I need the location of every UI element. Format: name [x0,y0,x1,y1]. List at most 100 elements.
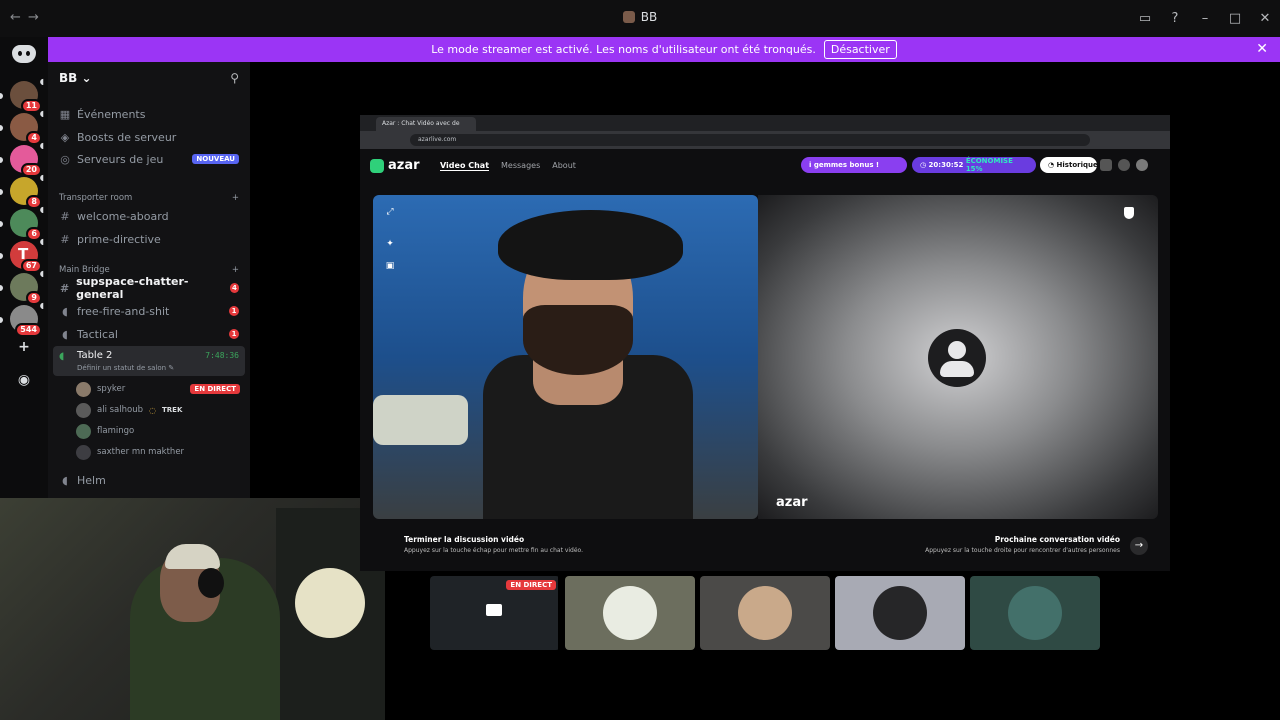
discord-home-icon[interactable] [12,45,36,63]
voice-user[interactable]: ali salhoub ◌ TREK [76,401,240,419]
inbox-icon[interactable]: ▭ [1130,0,1160,37]
end-chat-hint[interactable]: Terminer la discussion vidéo Appuyez sur… [404,535,583,554]
participant-tiles: EN DIRECT [430,576,1102,650]
end-chat-sub: Appuyez sur la touche échap pour mettre … [404,547,584,554]
voice-channel-table-2[interactable]: ◖ Table 2 7:48:36 Définir un statut de s… [53,346,245,376]
channel-helm[interactable]: ◖ Helm [59,470,239,490]
user-name: saxther mn makther [97,447,185,457]
channel-sidebar: BB ⌄ ⚲ ▦ Événements ◈ Boosts de serveur ◎ S… [48,62,250,500]
pillow [373,395,468,445]
bell-icon[interactable] [1118,159,1130,171]
channel-tactical[interactable]: ◖ Tactical 1 [59,324,239,344]
events-item[interactable]: ▦ Événements [59,104,239,124]
channel-free-fire-and-shit[interactable]: ◖ free-fire-and-shit 1 [59,301,239,321]
nav-video-chat[interactable]: Video Chat [440,161,490,171]
streamer-mode-banner: Le mode streamer est activé. Les noms d'… [48,37,1280,62]
participant-tile[interactable] [970,576,1100,650]
shield-icon[interactable] [1124,207,1134,219]
gamepad-icon: ◎ [60,152,70,166]
channel-label: free-fire-and-shit [77,304,170,318]
avatar [873,586,927,640]
filter-icon[interactable]: ▣ [383,261,397,275]
participant-tile[interactable] [835,576,965,650]
server-icon[interactable]: ◖ 544 [10,301,44,337]
timer-pill[interactable]: ◷ 20:30:52 ÉCONOMISE 15% [912,157,1036,173]
profile-avatar[interactable] [1136,159,1148,171]
next-chat-hint[interactable]: Prochaine conversation vidéo Appuyez sur… [925,535,1120,554]
azar-page: azar Video Chat Messages About i gemmes … [360,149,1170,571]
minimize-icon[interactable]: – [1190,0,1220,37]
channel-label: supspace-chatter-general [76,275,189,301]
server-icon[interactable]: ◖ 20 [10,141,44,177]
help-icon[interactable]: ? [1160,0,1190,37]
boost-icon: ◈ [60,130,70,144]
unread-indicator [0,125,3,131]
speaker-icon: ◖ [39,269,44,278]
user-name: spyker [97,384,126,394]
unread-indicator [0,221,3,227]
server-icon[interactable]: ◖ 4 [10,109,44,145]
voice-user[interactable]: flamingo [76,422,240,440]
next-arrow-icon[interactable]: → [1130,537,1148,555]
category-label: Main Bridge [59,265,110,275]
save-label: ÉCONOMISE 15% [965,157,1013,173]
add-channel-icon[interactable]: + [232,193,239,203]
stream-stage[interactable]: Azar : Chat Vidéo avec de azarlive.com a… [360,115,1170,571]
pencil-icon[interactable]: ✎ [168,364,174,372]
speaker-icon: ◖ [39,77,44,86]
close-window-icon[interactable]: ✕ [1250,0,1280,37]
voice-user[interactable]: spyker EN DIRECT [76,380,240,398]
server-icon[interactable]: ◖ 11 [10,77,44,113]
banner-text: Le mode streamer est activé. Les noms d'… [431,43,816,56]
streamer-webcam [0,498,385,720]
url-field[interactable]: azarlive.com [410,134,1090,146]
browser-tab[interactable]: Azar : Chat Vidéo avec de [376,117,476,131]
mention-badge: 1 [229,306,239,316]
invite-icon[interactable]: ⚲ [230,71,239,85]
channel-welcome-aboard[interactable]: # welcome-aboard [59,206,239,226]
boosts-item[interactable]: ◈ Boosts de serveur [59,127,239,147]
participant-tile[interactable] [700,576,830,650]
maximize-icon[interactable]: □ [1220,0,1250,37]
voice-timer: 7:48:36 [205,351,239,360]
speaker-icon: ◖ [59,351,65,362]
server-icon[interactable]: ◖ 6 [10,205,44,241]
add-channel-icon[interactable]: + [232,265,239,275]
channel-prime-directive[interactable]: # prime-directive [59,229,239,249]
streamer-cap [165,544,220,569]
disable-streamer-button[interactable]: Désactiver [823,40,897,59]
server-header[interactable]: BB ⌄ ⚲ [48,62,250,94]
store-icon[interactable] [1100,159,1112,171]
speaker-icon: ◖ [39,141,44,150]
speaker-icon: ◖ [39,205,44,214]
close-banner-icon[interactable]: ✕ [1256,41,1268,57]
voice-user[interactable]: saxther mn makther [76,443,240,461]
set-status-link[interactable]: Définir un statut de salon [77,364,166,372]
category-main-bridge[interactable]: Main Bridge + [59,265,239,275]
skull-art [295,568,365,638]
azar-logo-text: azar [388,158,420,173]
nav-about[interactable]: About [552,161,576,171]
mention-badge: 4 [229,283,239,293]
nav-messages[interactable]: Messages [501,161,540,171]
discover-icon[interactable]: ◉ [14,370,34,390]
channel-supspace-chatter-general[interactable]: # supspace-chatter-general 4 [59,275,239,301]
gems-bonus-button[interactable]: i gemmes bonus ! [801,157,907,173]
unread-indicator [0,317,3,323]
participant-tile-stream[interactable]: EN DIRECT [430,576,560,650]
speaker-icon: ◖ [62,327,68,341]
server-icon[interactable]: T ◖ 67 [10,237,44,273]
mention-badge: 1 [229,329,239,339]
expand-icon[interactable]: ⤢ [383,207,397,221]
participant-tile[interactable] [565,576,695,650]
category-transporter-room[interactable]: Transporter room + [59,193,239,203]
add-server-icon[interactable]: + [14,337,34,357]
speaker-icon: ◖ [39,237,44,246]
speaker-icon: ◖ [39,173,44,182]
history-button[interactable]: ◔ Historique [1040,157,1098,173]
server-icon[interactable]: ◖ 8 [10,173,44,209]
effects-icon[interactable]: ✦ [383,239,397,253]
game-servers-item[interactable]: ◎ Serveurs de jeu NOUVEAU [59,149,239,169]
server-icon[interactable]: ◖ 9 [10,269,44,305]
person-cap [498,210,683,280]
